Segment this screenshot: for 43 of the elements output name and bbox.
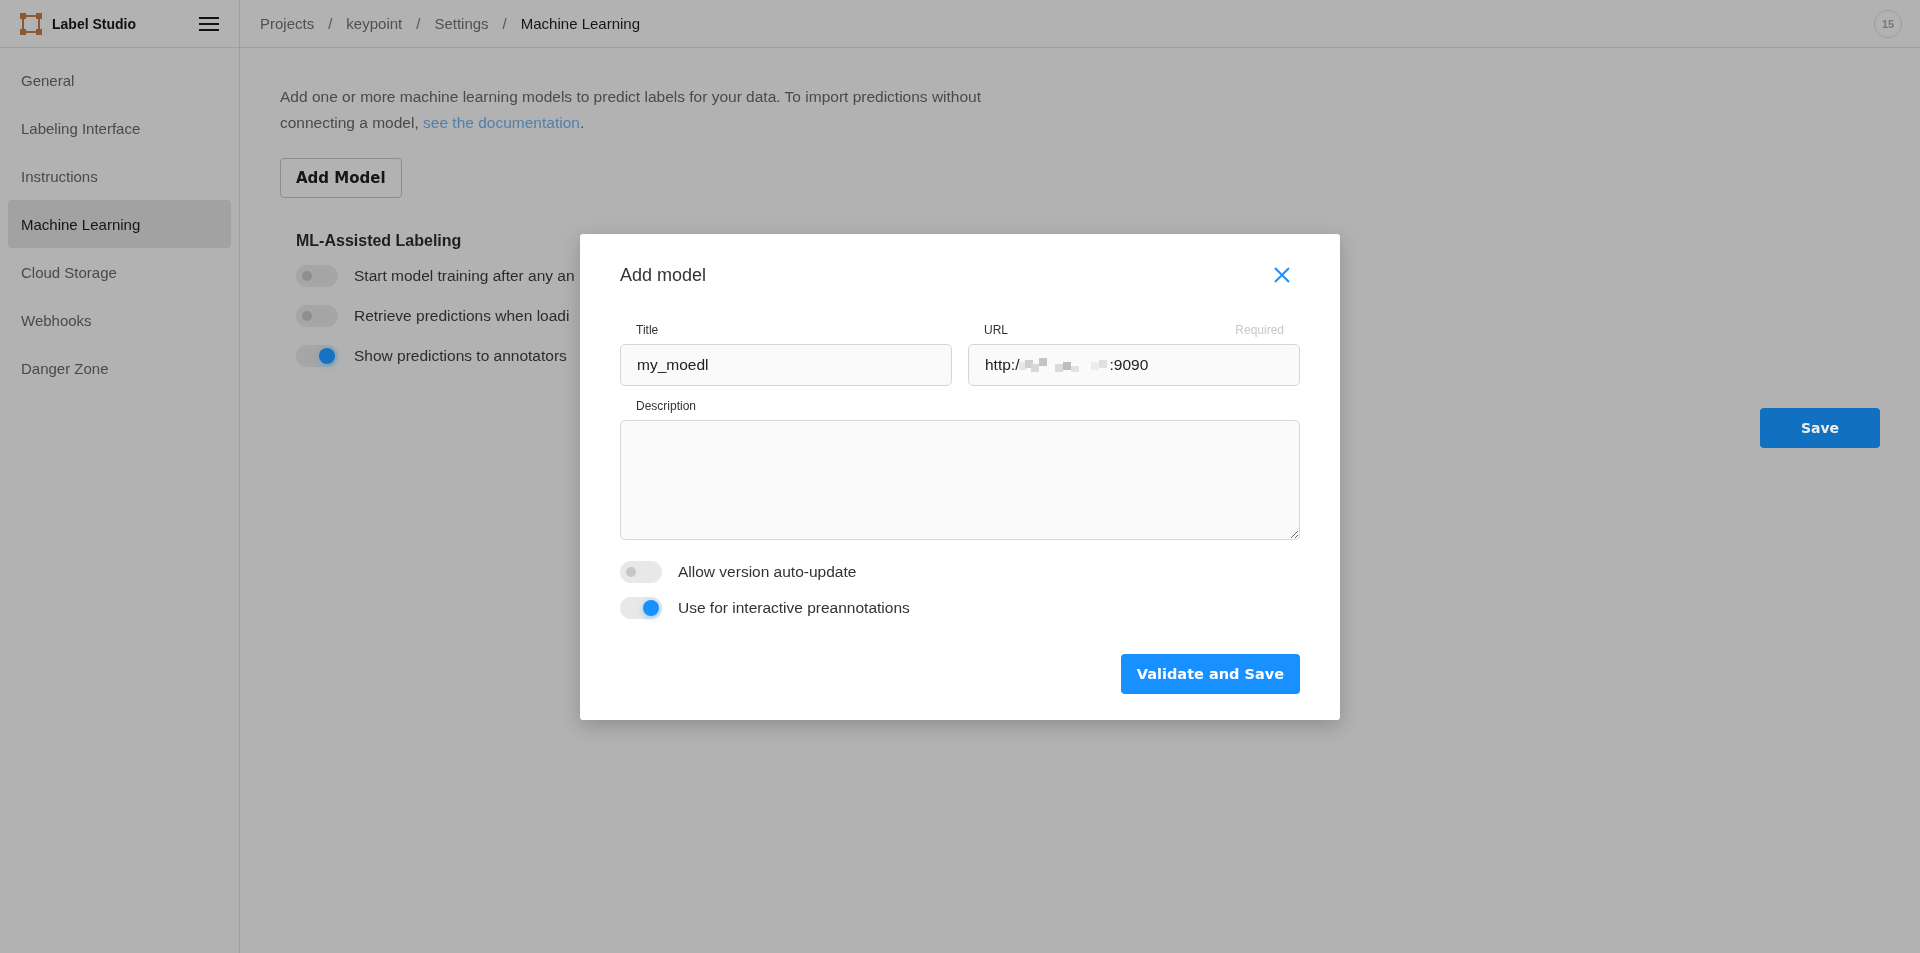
sidebar-item[interactable]: Cloud Storage	[8, 248, 231, 296]
breadcrumb-link[interactable]: Settings	[434, 15, 489, 32]
toggle-switch[interactable]	[620, 561, 662, 583]
sidebar-item[interactable]: Machine Learning	[8, 200, 231, 248]
app-name: Label Studio	[52, 15, 137, 32]
modal-title: Add model	[620, 264, 707, 286]
breadcrumb-link[interactable]: Projects	[260, 15, 315, 32]
toggle-label: Retrieve predictions when loadi	[354, 307, 570, 325]
toggle-switch[interactable]	[296, 305, 338, 327]
toggle-switch[interactable]	[620, 597, 662, 619]
toggle-switch[interactable]	[296, 265, 338, 287]
logo-icon	[20, 12, 42, 35]
validate-and-save-button[interactable]: Validate and Save	[1120, 654, 1300, 694]
description-field[interactable]	[620, 420, 1300, 540]
breadcrumb-link[interactable]: Machine Learning	[520, 15, 641, 32]
field-label: Title	[636, 323, 659, 337]
toggle-label: Use for interactive preannotations	[678, 599, 910, 617]
sidebar-item[interactable]: General	[8, 56, 231, 104]
close-icon[interactable]	[1274, 267, 1290, 283]
breadcrumb-separator: /	[328, 15, 333, 32]
sidebar-item[interactable]: Labeling Interface	[8, 104, 231, 152]
text-field[interactable]: my_moedl	[620, 344, 952, 386]
field-label: URL	[984, 323, 1008, 337]
intro-text: Add one or more machine learning models to predict labels for your data. To import predictions without connecting a model, see the documentation.	[280, 87, 983, 133]
add-model-button[interactable]: Add Model	[280, 158, 402, 198]
toggle-label: Start model training after any an	[354, 267, 575, 285]
sidebar-item[interactable]: Webhooks	[8, 296, 231, 344]
field-label: Description	[635, 398, 698, 415]
sidebar-item[interactable]: Instructions	[8, 152, 231, 200]
toggle-switch[interactable]	[296, 345, 338, 367]
menu-icon[interactable]	[199, 15, 219, 32]
breadcrumb-separator: /	[502, 15, 507, 32]
section-title: ML-Assisted Labeling	[296, 232, 463, 250]
breadcrumb-separator: /	[416, 15, 421, 32]
field-value: my_moedl	[637, 356, 709, 374]
toggle-label: Allow version auto-update	[678, 563, 857, 581]
save-button[interactable]: Save	[1760, 408, 1880, 448]
toggle-label: Show predictions to annotators	[354, 347, 567, 365]
sidebar-item[interactable]: Danger Zone	[8, 344, 231, 392]
field-value: http:/	[985, 356, 1020, 374]
text-field[interactable]: http:/ :9090	[968, 344, 1300, 386]
field-value: :9090	[1109, 356, 1149, 374]
breadcrumb-link[interactable]: keypoint	[346, 15, 403, 32]
